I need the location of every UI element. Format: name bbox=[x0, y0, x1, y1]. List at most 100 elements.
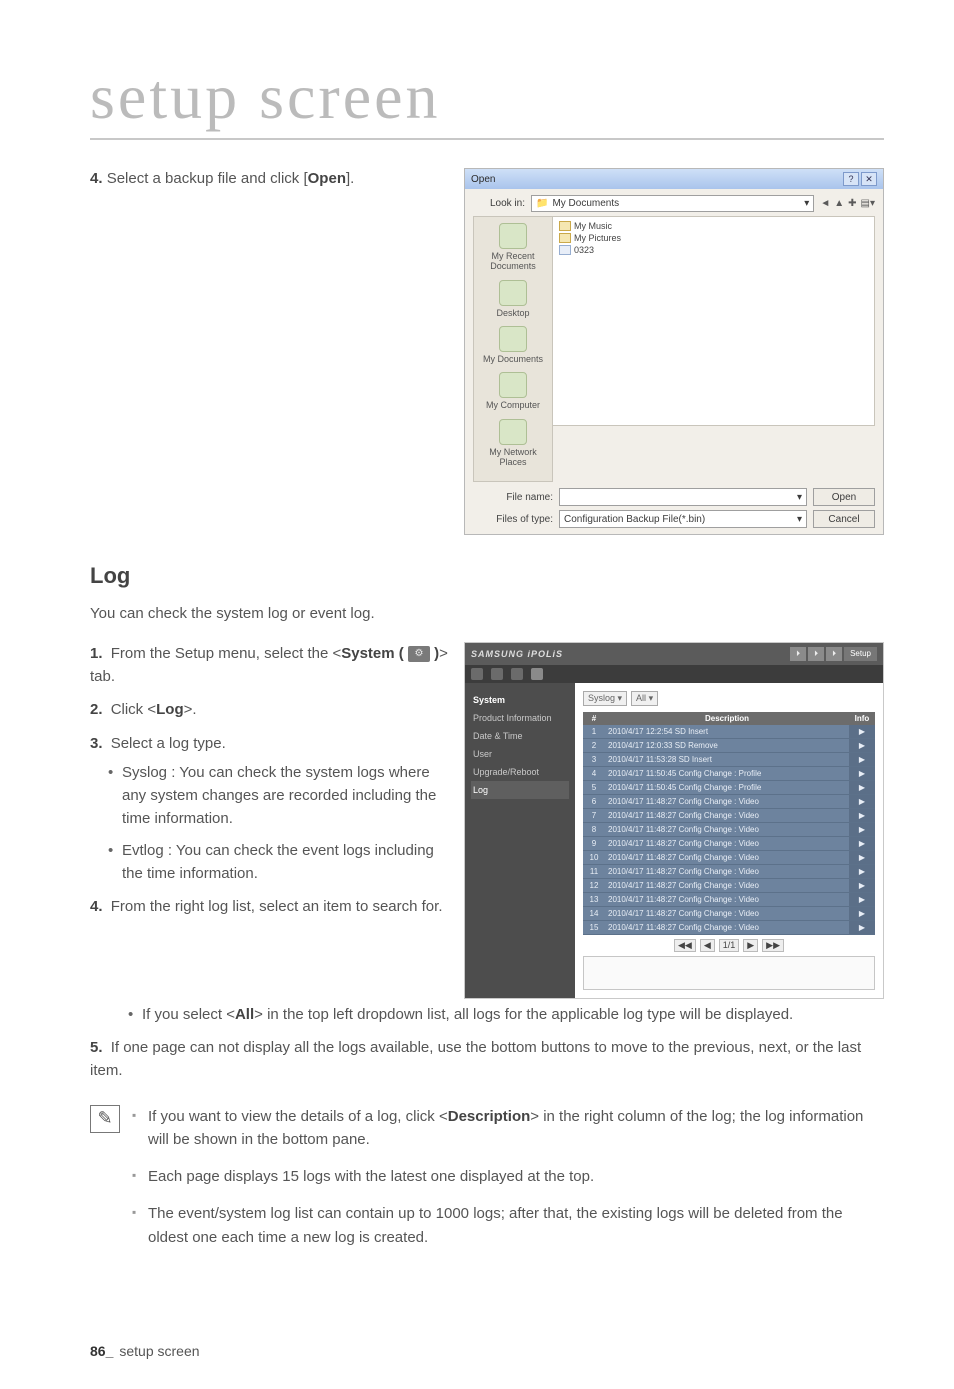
open-word: Open bbox=[308, 170, 346, 187]
file-icon bbox=[559, 245, 571, 255]
table-row[interactable]: 22010/4/17 12:0:33 SD Remove▶ bbox=[583, 738, 875, 752]
tab[interactable]: ⏵ bbox=[826, 647, 842, 661]
step-text: Select a backup file and click [ bbox=[107, 170, 308, 187]
chevron-down-icon: ▾ bbox=[797, 492, 802, 503]
views-icon[interactable]: ▤▾ bbox=[861, 198, 875, 209]
open-button[interactable]: Open bbox=[813, 488, 875, 506]
step-4-top: 4. Select a backup file and click [Open]… bbox=[90, 168, 448, 191]
table-row[interactable]: 42010/4/17 11:50:45 Config Change : Prof… bbox=[583, 766, 875, 780]
open-dialog: Open ? ✕ Look in: 📁 My Documents ▾ bbox=[464, 168, 884, 535]
sidebar-item[interactable]: Date & Time bbox=[471, 727, 569, 745]
logtype-select[interactable]: Syslog ▾ bbox=[583, 691, 627, 706]
tab-setup[interactable]: Setup bbox=[844, 647, 877, 661]
list-item[interactable]: 0323 bbox=[559, 245, 868, 255]
folder-icon: 📁 bbox=[536, 198, 548, 209]
sidebar-item[interactable]: Product Information bbox=[471, 709, 569, 727]
new-folder-icon[interactable]: ✚ bbox=[848, 198, 856, 209]
sidebar-item[interactable]: User bbox=[471, 745, 569, 763]
open-dialog-title: Open bbox=[471, 174, 495, 185]
log-step-4: 4. From the right log list, select an it… bbox=[90, 895, 448, 918]
sub-icon[interactable] bbox=[471, 668, 483, 680]
bullet-all: If you select <All> in the top left drop… bbox=[128, 1003, 884, 1026]
th-num: # bbox=[583, 712, 605, 725]
lookin-value: My Documents bbox=[552, 198, 619, 209]
close-icon[interactable]: ✕ bbox=[861, 172, 877, 186]
table-row[interactable]: 122010/4/17 11:48:27 Config Change : Vid… bbox=[583, 878, 875, 892]
table-row[interactable]: 82010/4/17 11:48:27 Config Change : Vide… bbox=[583, 822, 875, 836]
detail-pane bbox=[583, 956, 875, 990]
sidebar: System Product Information Date & Time U… bbox=[465, 683, 575, 998]
step-num: 4. bbox=[90, 170, 103, 187]
log-step-2: 2. Click <Log>. bbox=[90, 698, 448, 721]
bullet-evtlog: Evtlog : You can check the event logs in… bbox=[108, 839, 448, 886]
lookin-combo[interactable]: 📁 My Documents ▾ bbox=[531, 195, 814, 212]
pager-first[interactable]: ◀◀ bbox=[674, 939, 696, 952]
pager-next[interactable]: ▶ bbox=[743, 939, 758, 952]
file-list[interactable]: My Music My Pictures 0323 bbox=[553, 216, 875, 426]
th-desc: Description bbox=[605, 712, 849, 725]
up-icon[interactable]: ▲ bbox=[834, 198, 844, 209]
sidebar-item-log[interactable]: Log bbox=[471, 781, 569, 799]
filetype-label: Files of type: bbox=[473, 514, 553, 525]
tab[interactable]: ⏵ bbox=[808, 647, 824, 661]
tab[interactable]: ⏵ bbox=[790, 647, 806, 661]
cancel-button[interactable]: Cancel bbox=[813, 510, 875, 528]
sub-icon[interactable] bbox=[491, 668, 503, 680]
table-row[interactable]: 32010/4/17 11:53:28 SD Insert▶ bbox=[583, 752, 875, 766]
sub-icon[interactable] bbox=[511, 668, 523, 680]
page-footer: 86_setup screen bbox=[90, 1343, 200, 1359]
table-row[interactable]: 142010/4/17 11:48:27 Config Change : Vid… bbox=[583, 906, 875, 920]
place-recent[interactable]: My Recent Documents bbox=[476, 223, 550, 272]
sub-icon[interactable] bbox=[531, 668, 543, 680]
folder-icon bbox=[559, 221, 571, 231]
table-row[interactable]: 92010/4/17 11:48:27 Config Change : Vide… bbox=[583, 836, 875, 850]
pager: ◀◀ ◀ 1/1 ▶ ▶▶ bbox=[583, 939, 875, 952]
log-step-1: 1. From the Setup menu, select the <Syst… bbox=[90, 642, 448, 689]
folder-icon bbox=[559, 233, 571, 243]
place-desktop[interactable]: Desktop bbox=[476, 280, 550, 318]
help-icon[interactable]: ? bbox=[843, 172, 859, 186]
note-1: If you want to view the details of a log… bbox=[132, 1105, 884, 1152]
log-step-3: 3. Select a log type. Syslog : You can c… bbox=[90, 732, 448, 886]
table-row[interactable]: 72010/4/17 11:48:27 Config Change : Vide… bbox=[583, 808, 875, 822]
table-row[interactable]: 152010/4/17 11:48:27 Config Change : Vid… bbox=[583, 920, 875, 934]
places-bar: My Recent Documents Desktop My Documents… bbox=[473, 216, 553, 482]
table-row[interactable]: 62010/4/17 11:48:27 Config Change : Vide… bbox=[583, 794, 875, 808]
gear-icon: ⚙ bbox=[408, 646, 430, 662]
th-info: Info bbox=[849, 712, 875, 725]
brand: SAMSUNG iPOLiS bbox=[471, 649, 563, 659]
step-text-end: ]. bbox=[346, 170, 354, 187]
table-row[interactable]: 102010/4/17 11:48:27 Config Change : Vid… bbox=[583, 850, 875, 864]
table-row[interactable]: 52010/4/17 11:50:45 Config Change : Prof… bbox=[583, 780, 875, 794]
list-item[interactable]: My Pictures bbox=[559, 233, 868, 243]
chevron-down-icon: ▾ bbox=[804, 198, 809, 209]
filetype-field[interactable]: Configuration Backup File(*.bin)▾ bbox=[559, 510, 807, 528]
filename-field[interactable]: ▾ bbox=[559, 488, 807, 506]
chevron-down-icon: ▾ bbox=[797, 514, 802, 525]
sidebar-item[interactable]: System bbox=[471, 691, 569, 709]
note-3: The event/system log list can contain up… bbox=[132, 1202, 884, 1249]
logfilter-select[interactable]: All ▾ bbox=[631, 691, 658, 706]
note-2: Each page displays 15 logs with the late… bbox=[132, 1165, 884, 1188]
back-icon[interactable]: ◄ bbox=[820, 198, 830, 209]
log-heading: Log bbox=[90, 563, 884, 589]
log-step-5: 5. If one page can not display all the l… bbox=[90, 1036, 884, 1083]
log-intro: You can check the system log or event lo… bbox=[90, 603, 884, 626]
lookin-label: Look in: bbox=[473, 198, 525, 209]
filename-label: File name: bbox=[473, 492, 553, 503]
note-icon: ✎ bbox=[90, 1105, 120, 1133]
place-network[interactable]: My Network Places bbox=[476, 419, 550, 468]
table-row[interactable]: 12010/4/17 12:2:54 SD Insert▶ bbox=[583, 725, 875, 739]
pager-prev[interactable]: ◀ bbox=[700, 939, 715, 952]
place-mydocs[interactable]: My Documents bbox=[476, 326, 550, 364]
table-row[interactable]: 112010/4/17 11:48:27 Config Change : Vid… bbox=[583, 864, 875, 878]
list-item[interactable]: My Music bbox=[559, 221, 868, 231]
table-row[interactable]: 132010/4/17 11:48:27 Config Change : Vid… bbox=[583, 892, 875, 906]
pager-last[interactable]: ▶▶ bbox=[762, 939, 784, 952]
ipolis-viewer: SAMSUNG iPOLiS ⏵ ⏵ ⏵ Setup bbox=[464, 642, 884, 999]
pager-pos: 1/1 bbox=[719, 939, 740, 952]
page-title: setup screen bbox=[90, 60, 884, 140]
place-mycomputer[interactable]: My Computer bbox=[476, 372, 550, 410]
sidebar-item[interactable]: Upgrade/Reboot bbox=[471, 763, 569, 781]
bullet-syslog: Syslog : You can check the system logs w… bbox=[108, 761, 448, 831]
